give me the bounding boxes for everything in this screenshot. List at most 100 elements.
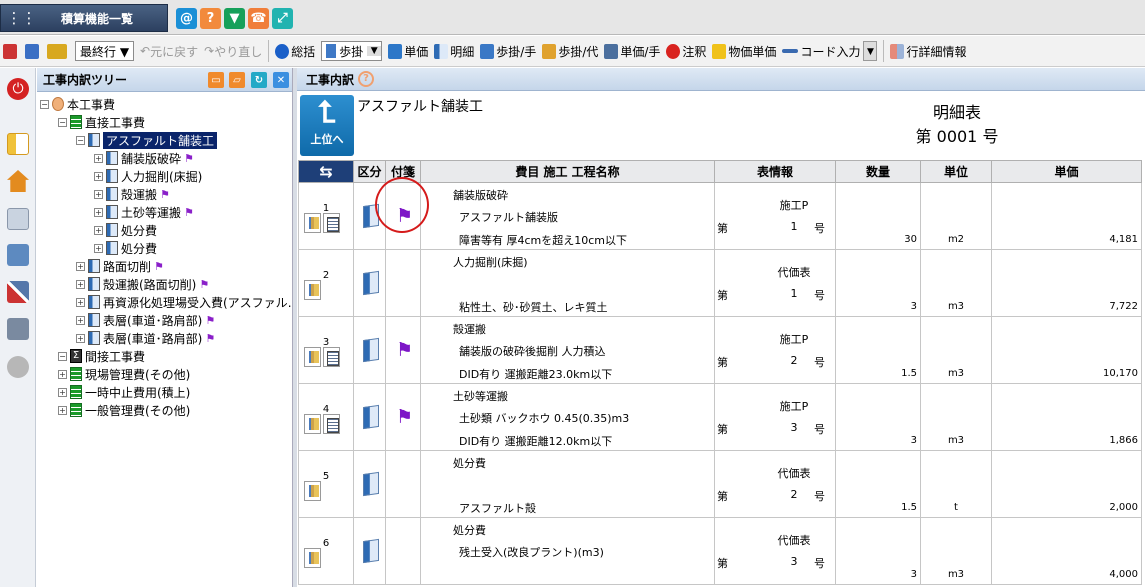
step-hand-button[interactable]: 歩掛/手	[477, 39, 539, 63]
tree-node[interactable]: + 人力掘削(床掘)	[94, 167, 202, 185]
tree-node[interactable]: − 直接工事費	[58, 113, 145, 131]
fusen-cell[interactable]: ⚑	[375, 177, 429, 250]
tree-node[interactable]: + 舗装版破砕 ⚑	[94, 149, 194, 167]
expand-toggle-icon[interactable]: +	[76, 333, 85, 343]
code-input-button[interactable]: コード入力 ▼	[779, 39, 880, 63]
item-icon	[88, 277, 100, 291]
folder-icon[interactable]: ▭	[208, 72, 224, 88]
tree-node[interactable]: + 土砂等運搬 ⚑	[94, 203, 194, 221]
expand-toggle-icon[interactable]: +	[94, 207, 103, 217]
power-icon[interactable]: ⏻	[7, 78, 29, 100]
tree-node[interactable]: + 表層(車道･路肩部) ⚑	[76, 311, 215, 329]
unit-price-button[interactable]: 単価	[385, 39, 431, 63]
tree-node[interactable]: + 現場管理費(その他)	[58, 365, 190, 383]
unit: t	[954, 502, 958, 513]
expand-icon[interactable]: ⤢	[272, 8, 293, 29]
support-icon[interactable]: ☎	[248, 8, 269, 29]
expand-toggle-icon[interactable]: +	[76, 279, 85, 289]
expand-toggle-icon[interactable]: −	[40, 99, 49, 109]
note-button[interactable]: 注釈	[663, 39, 709, 63]
tree-view-icon[interactable]	[7, 133, 29, 155]
step-proxy-button[interactable]: 歩掛/代	[539, 39, 601, 63]
expand-toggle-icon[interactable]: +	[76, 297, 85, 307]
expand-toggle-icon[interactable]: +	[94, 153, 103, 163]
flag-icon[interactable]: ⚑	[396, 406, 413, 428]
tree-icon[interactable]	[304, 347, 321, 367]
home-icon[interactable]	[7, 170, 29, 192]
undo-button[interactable]: ↶ 元に戻す	[137, 39, 201, 63]
help-icon[interactable]: ?	[200, 8, 221, 29]
tree-node[interactable]: + 表層(車道･路肩部) ⚑	[76, 329, 215, 347]
tree-node[interactable]: + 再資源化処理場受入費(アスファル…	[76, 293, 300, 311]
item-unit-price-button[interactable]: 物価単価	[709, 39, 779, 63]
tree-node[interactable]: + 殻運搬(路面切削) ⚑	[76, 275, 209, 293]
detail-doc-icon[interactable]	[323, 213, 340, 233]
tree-icon[interactable]	[304, 280, 321, 300]
table-row[interactable]: 5 処分費 アスファルト殻 代価表第 2 号 1.5 t 2,000	[298, 450, 1142, 518]
redo-button[interactable]: ↷ やり直し	[201, 39, 265, 63]
expand-toggle-icon[interactable]: +	[58, 405, 67, 415]
expand-toggle-icon[interactable]: −	[58, 351, 67, 361]
expand-toggle-icon[interactable]: +	[76, 315, 85, 325]
expand-toggle-icon[interactable]: +	[58, 369, 67, 379]
chevron-down-icon[interactable]: ▼	[863, 41, 878, 61]
at-icon[interactable]: @	[176, 8, 197, 29]
filter-select[interactable]: 最終行 ▼	[75, 41, 135, 61]
print-icon[interactable]	[7, 318, 29, 340]
tree-node[interactable]: + 一時中止費用(積上)	[58, 383, 190, 401]
expand-toggle-icon[interactable]: −	[76, 135, 85, 145]
tools-icon[interactable]	[7, 281, 29, 303]
detail-doc-icon[interactable]	[323, 414, 340, 434]
tree-node[interactable]: + 処分費	[94, 221, 157, 239]
fusen-cell[interactable]	[385, 517, 421, 585]
expand-toggle-icon[interactable]: +	[94, 243, 103, 253]
fusen-cell[interactable]	[385, 249, 421, 317]
document-icon[interactable]	[7, 208, 29, 230]
fusen-cell[interactable]: ⚑	[385, 383, 421, 451]
help-icon[interactable]: ?	[358, 71, 375, 87]
table-row[interactable]: 4 ⚑ 土砂等運搬 土砂類 バックホウ 0.45(0.35)m3 DID有り 運搬距離1…	[298, 383, 1142, 451]
expand-toggle-icon[interactable]: +	[94, 189, 103, 199]
tree-icon[interactable]	[304, 213, 321, 233]
table-row[interactable]: 2 人力掘削(床掘) 粘性土、砂･砂質土、レキ質土 代価表第 1 号 3 m3 7,722	[298, 249, 1142, 317]
flag-icon[interactable]: ⚑	[396, 339, 413, 361]
table-row[interactable]: 3 ⚑ 殻運搬 舗装版の破砕後掘削 人力積込 DID有り 運搬距離23.0km以下 施工P…	[298, 316, 1142, 384]
download-icon[interactable]	[7, 244, 29, 266]
expand-toggle-icon[interactable]: +	[76, 261, 85, 271]
table-row[interactable]: 1 ⚑ 舗装版破砕 アスファルト舗装版 障害等有 厚4cmを超え10cm以下 施工P 第 1 号…	[298, 177, 1142, 250]
edit-row-icon[interactable]	[22, 39, 44, 63]
up-level-button[interactable]: ⮤ 上位へ	[300, 95, 354, 156]
tree-node[interactable]: + 路面切削 ⚑	[76, 257, 164, 275]
detail-doc-icon[interactable]	[323, 347, 340, 367]
detail-button[interactable]: 明細	[431, 39, 477, 63]
insert-row-icon[interactable]	[44, 39, 72, 63]
tree-node[interactable]: − 本工事費	[40, 95, 115, 113]
tree-icon[interactable]	[304, 414, 321, 434]
swap-columns-icon[interactable]: ⇆	[298, 160, 354, 183]
summary-button[interactable]: 総括	[272, 39, 318, 63]
tree-node[interactable]: + 一般管理費(その他)	[58, 401, 190, 419]
table-row[interactable]: 6 処分費 残土受入(改良プラント)(m3) 代価表第 3 号 3 m3 4,000	[298, 517, 1142, 585]
app-menu-tab[interactable]: ⋮⋮⋮ 積算機能一覧	[0, 4, 168, 32]
tree-icon[interactable]	[304, 548, 321, 568]
delete-row-icon[interactable]	[0, 39, 22, 63]
tree-icon[interactable]	[304, 481, 321, 501]
expand-toggle-icon[interactable]: −	[58, 117, 67, 127]
beginner-icon[interactable]: ▼	[224, 8, 245, 29]
expand-toggle-icon[interactable]: +	[58, 387, 67, 397]
tree-node[interactable]: − Σ 間接工事費	[58, 347, 145, 365]
fusen-cell[interactable]: ⚑	[385, 316, 421, 384]
expand-toggle-icon[interactable]: +	[94, 225, 103, 235]
step-combo[interactable]: 歩掛 ▼	[321, 41, 383, 61]
tree-node[interactable]: + 殻運搬 ⚑	[94, 185, 170, 203]
row-detail-button[interactable]: 行詳細情報	[887, 39, 969, 63]
refresh-icon[interactable]: ↻	[251, 72, 267, 88]
unit-hand-button[interactable]: 単価/手	[601, 39, 663, 63]
close-icon[interactable]: ✕	[273, 72, 289, 88]
tree-node[interactable]: − アスファルト舗装工	[76, 131, 218, 149]
settings-icon[interactable]	[7, 356, 29, 378]
folder-open-icon[interactable]: ▱	[229, 72, 245, 88]
expand-toggle-icon[interactable]: +	[94, 171, 103, 181]
tree-node[interactable]: + 処分費	[94, 239, 157, 257]
fusen-cell[interactable]	[385, 450, 421, 518]
